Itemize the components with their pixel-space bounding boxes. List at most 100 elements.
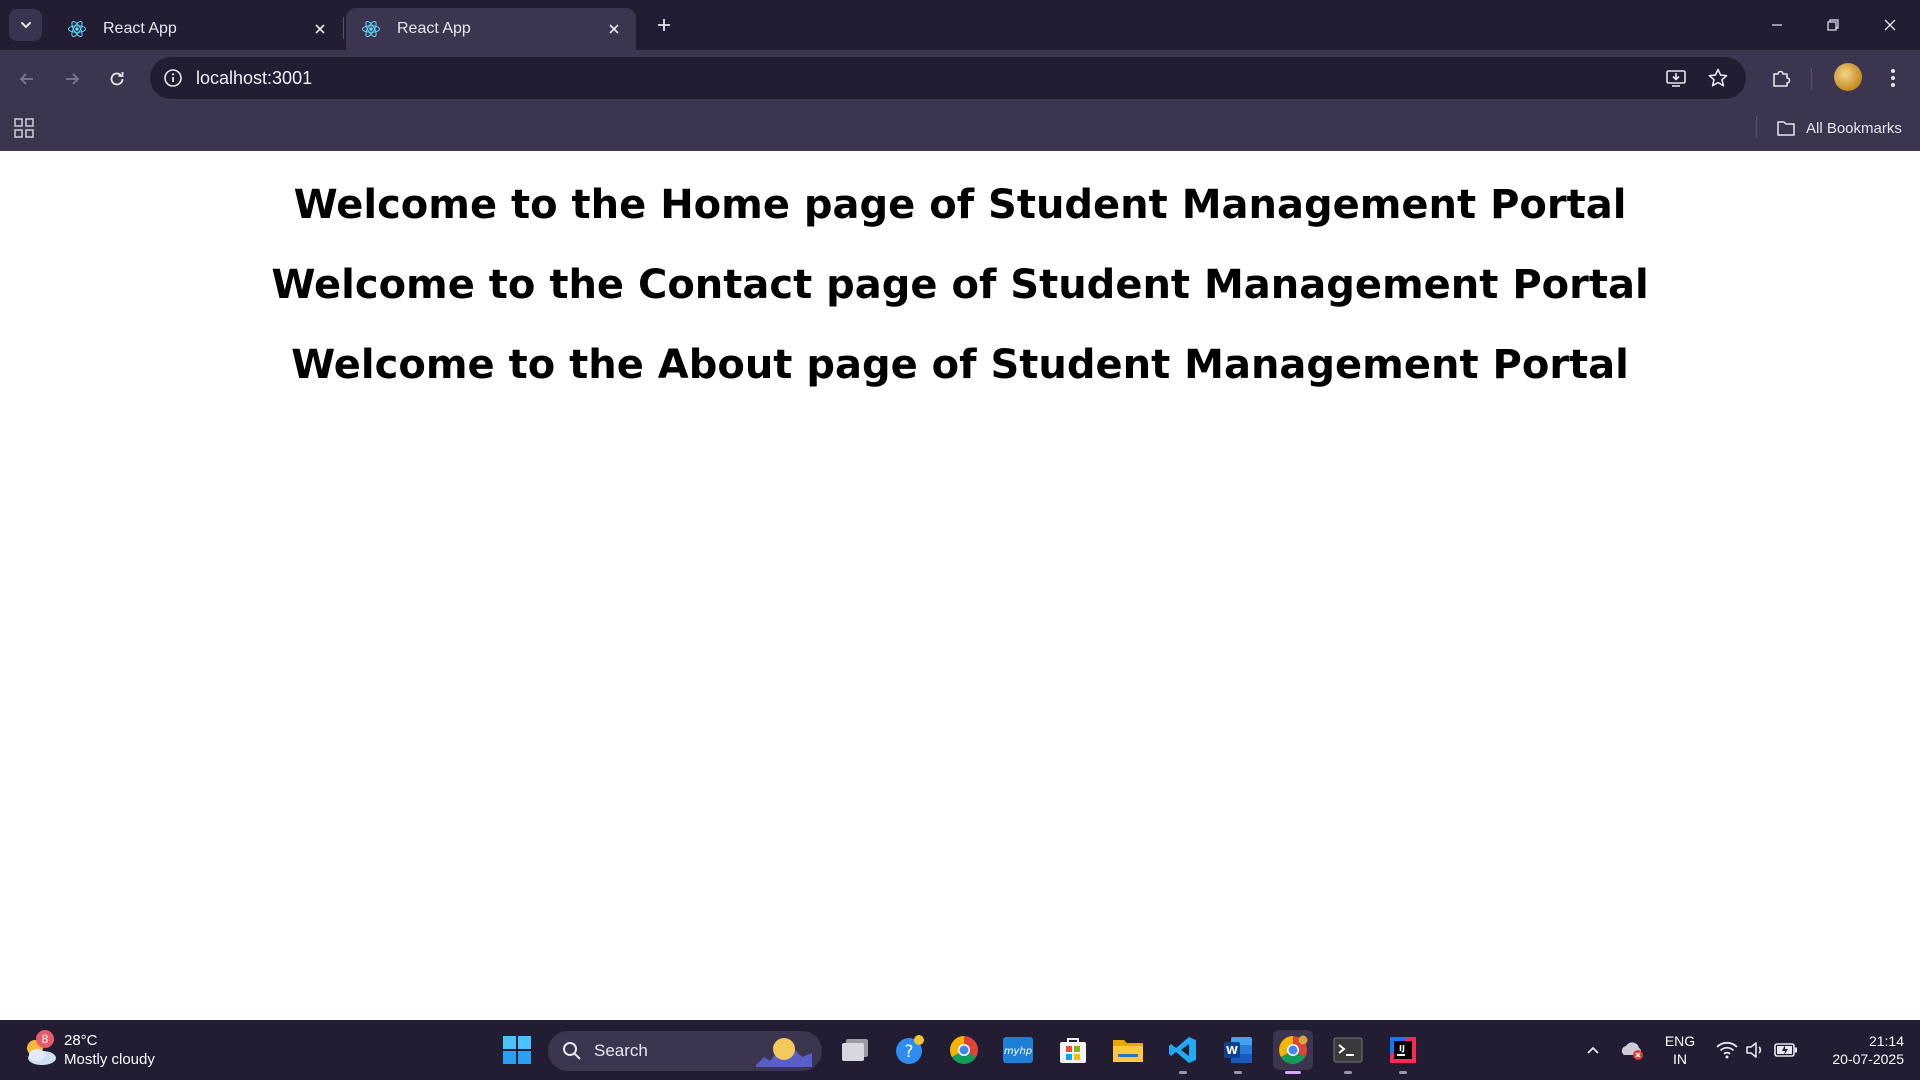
close-icon [1884,19,1896,31]
start-button[interactable] [497,1030,537,1070]
vscode-icon [1169,1037,1196,1063]
close-icon [315,24,325,34]
home-heading: Welcome to the Home page of Student Mana… [293,182,1627,228]
tab-strip: React App React App [0,0,1920,50]
chrome-icon [950,1036,978,1064]
react-icon [68,20,86,38]
taskbar-intellij[interactable]: IJ [1383,1030,1423,1074]
install-icon [1666,70,1686,87]
bookmarks-bar: All Bookmarks [0,108,1920,151]
chrome-icon [1279,1035,1308,1064]
back-button[interactable] [12,64,42,94]
tab-title: React App [397,20,471,37]
taskbar-store[interactable] [1053,1030,1093,1070]
tab-search-button[interactable] [9,9,42,41]
taskbar-myhp[interactable]: myhp [998,1030,1038,1070]
url-text[interactable]: localhost:3001 [196,68,312,89]
forward-button[interactable] [57,64,87,94]
onedrive-status[interactable] [1617,1035,1647,1065]
bookmark-star-button[interactable] [1703,63,1733,93]
show-hidden-icons-button[interactable] [1578,1035,1608,1065]
taskbar: 8 28°C Mostly cloudy Search ? myhp W IJ … [0,1020,1920,1080]
taskbar-word[interactable]: W [1218,1030,1258,1074]
reload-button[interactable] [102,64,132,94]
clock-time: 21:14 [1868,1033,1904,1049]
store-icon [1060,1038,1086,1063]
minimize-button[interactable] [1757,10,1797,40]
help-icon: ? [896,1035,924,1064]
windows-icon [503,1036,531,1064]
battery-button[interactable] [1771,1035,1801,1065]
taskbar-chrome[interactable] [1273,1030,1313,1074]
new-tab-button[interactable] [651,12,677,38]
browser-toolbar: localhost:3001 [0,50,1920,108]
site-info-icon[interactable] [162,67,184,89]
network-button[interactable] [1712,1035,1742,1065]
weather-condition: Mostly cloudy [64,1051,155,1068]
taskbar-terminal[interactable] [1328,1030,1368,1074]
weather-badge: 8 [36,1030,54,1048]
minimize-icon [1772,24,1782,26]
speaker-icon [1746,1042,1762,1058]
plus-icon [658,19,670,31]
profile-avatar[interactable] [1834,63,1862,91]
extensions-button[interactable] [1766,63,1796,93]
wifi-icon [1716,1041,1738,1059]
language-line1: ENG [1664,1033,1696,1049]
svg-text:IJ: IJ [1399,1044,1405,1053]
close-tab-button[interactable] [604,19,624,39]
page-content: Welcome to the Home page of Student Mana… [0,151,1920,1020]
word-icon: W [1224,1037,1252,1063]
task-view-button[interactable] [835,1030,875,1070]
tab-separator [343,17,344,39]
myhp-icon: myhp [1003,1037,1033,1063]
search-highlight-icon [756,1038,812,1067]
close-window-button[interactable] [1870,10,1910,40]
intellij-icon: IJ [1390,1037,1416,1063]
taskbar-vscode[interactable] [1163,1030,1203,1074]
bookmarks-separator [1756,116,1757,138]
search-icon [563,1042,581,1060]
volume-button[interactable] [1740,1035,1770,1065]
react-icon [362,20,380,38]
weather-temp: 28°C [64,1032,98,1049]
more-vertical-icon [1891,69,1895,87]
language-indicator[interactable]: ENG IN [1660,1032,1700,1068]
tab-react-app-1[interactable]: React App [52,8,342,50]
task-view-icon [842,1039,868,1061]
contact-heading: Welcome to the Contact page of Student M… [271,262,1649,308]
install-app-button[interactable] [1661,63,1691,93]
all-bookmarks-button[interactable]: All Bookmarks [1776,114,1902,142]
clock[interactable]: 21:14 20-07-2025 [1814,1032,1904,1068]
search-label: Search [594,1041,648,1060]
taskbar-search[interactable]: Search [548,1031,822,1071]
weather-widget[interactable]: 8 28°C Mostly cloudy [20,1028,155,1072]
arrow-left-icon [19,73,33,85]
taskbar-help-app[interactable]: ? [890,1030,930,1070]
star-icon [1708,68,1728,87]
folder-icon [1777,121,1795,136]
apps-grid-icon[interactable] [13,117,35,139]
close-icon [609,24,619,34]
terminal-icon [1333,1037,1363,1063]
restore-icon [1827,19,1839,31]
taskbar-file-explorer[interactable] [1108,1030,1148,1070]
folder-icon [1113,1040,1143,1062]
address-bar[interactable]: localhost:3001 [150,57,1746,99]
clock-date: 20-07-2025 [1832,1051,1904,1067]
running-indicator [1234,1071,1242,1074]
chevron-down-icon [20,22,31,29]
running-indicator [1285,1071,1301,1074]
running-indicator [1344,1071,1352,1074]
restore-button[interactable] [1813,10,1853,40]
about-heading: Welcome to the About page of Student Man… [291,342,1629,388]
svg-text:W: W [1226,1044,1238,1057]
close-tab-button[interactable] [310,19,330,39]
svg-text:?: ? [904,1042,913,1062]
taskbar-chrome-profile[interactable] [944,1030,984,1070]
running-indicator [1179,1071,1187,1074]
all-bookmarks-label: All Bookmarks [1806,119,1902,137]
menu-button[interactable] [1878,63,1908,93]
tab-react-app-2[interactable]: React App [346,8,636,50]
puzzle-icon [1773,70,1791,87]
